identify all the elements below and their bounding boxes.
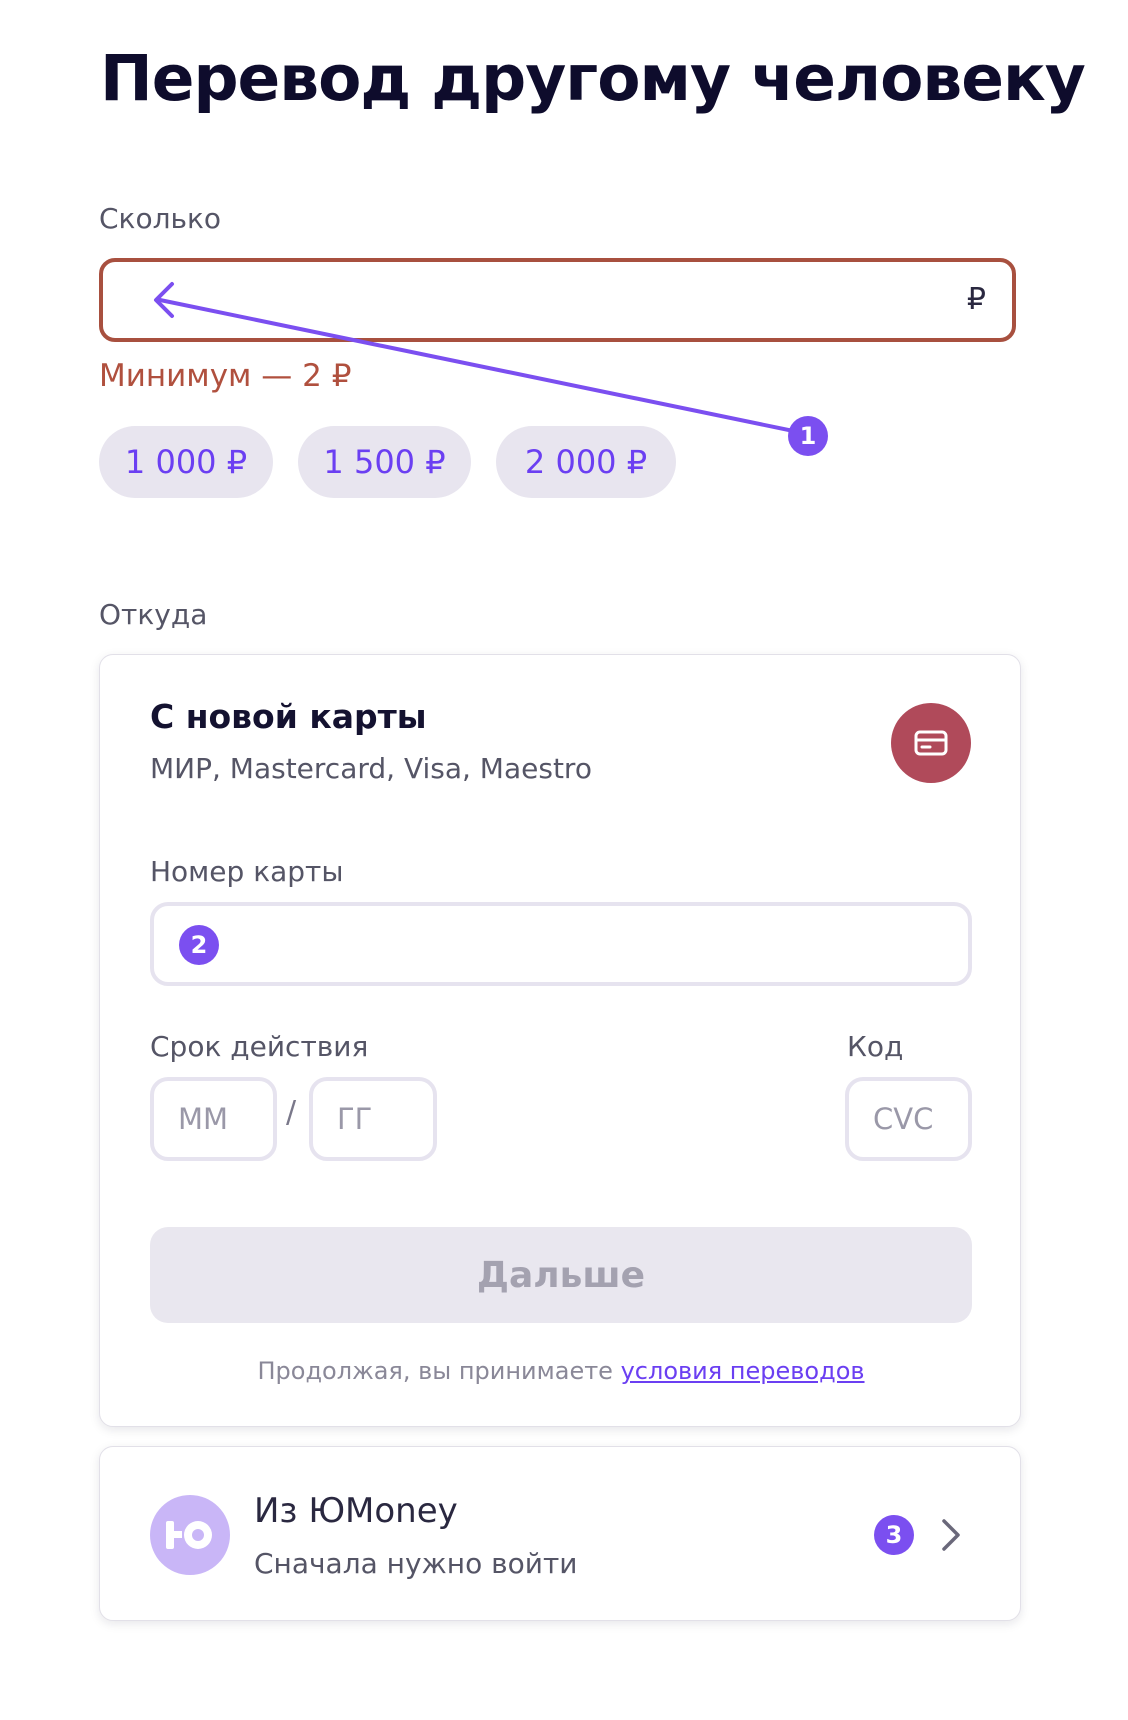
yoomoney-title: Из ЮMoney (254, 1491, 458, 1531)
source-label: Откуда (99, 598, 208, 631)
new-card-subtitle: МИР, Mastercard, Visa, Maestro (150, 752, 592, 785)
annotation-badge-2: 2 (179, 925, 219, 965)
new-card-title: С новой карты (150, 697, 427, 736)
new-card-panel: С новой карты МИР, Mastercard, Visa, Mae… (99, 654, 1021, 1427)
annotation-badge-3: 3 (874, 1515, 914, 1555)
cvc-label: Код (847, 1030, 904, 1063)
annotation-arrow (154, 282, 810, 436)
expiry-separator: / (286, 1095, 297, 1130)
yoomoney-logo (150, 1495, 230, 1575)
expiry-month-input[interactable] (150, 1077, 277, 1161)
terms-notice: Продолжая, вы принимаете условия перевод… (100, 1357, 1022, 1385)
terms-link[interactable]: условия переводов (621, 1357, 865, 1385)
card-number-label: Номер карты (150, 855, 344, 888)
cvc-input[interactable] (845, 1077, 972, 1161)
terms-text: Продолжая, вы принимаете (257, 1357, 621, 1385)
expiry-year-input[interactable] (309, 1077, 437, 1161)
annotation-badge-1: 1 (788, 416, 828, 456)
expiry-label: Срок действия (150, 1030, 369, 1063)
chevron-right-icon[interactable] (938, 1517, 962, 1553)
card-number-input[interactable] (150, 902, 972, 986)
yoomoney-subtitle: Сначала нужно войти (254, 1547, 578, 1580)
credit-card-icon (891, 703, 971, 783)
next-button[interactable]: Дальше (150, 1227, 972, 1323)
yoomoney-option[interactable]: Из ЮMoney Сначала нужно войти 3 (99, 1446, 1021, 1621)
